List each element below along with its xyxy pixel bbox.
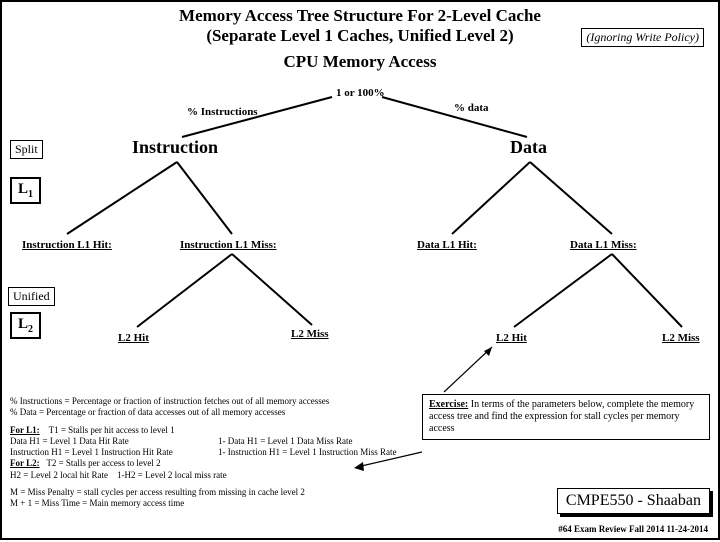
l2-label: L2	[10, 312, 41, 339]
data-l1-hit: Data L1 Hit:	[417, 239, 477, 251]
footer: #64 Exam Review Fall 2014 11-24-2014	[558, 524, 708, 534]
l2-hit-a: L2 Hit	[118, 332, 149, 344]
def-dh1: Data H1 = Level 1 Data Hit Rate	[10, 436, 202, 447]
def-h2a: H2 = Level 2 local hit Rate	[10, 470, 108, 480]
cpu-access-label: CPU Memory Access	[2, 52, 718, 72]
def-t2: T2 = Stalls per access to level 2	[46, 458, 160, 468]
def-forL2: For L2:	[10, 458, 40, 468]
instr-l1-hit: Instruction L1 Hit:	[22, 239, 112, 251]
unified-label: Unified	[8, 287, 55, 306]
def-dmiss: 1- Data H1 = Level 1 Data Miss Rate	[218, 436, 410, 447]
ignoring-note: (Ignoring Write Policy)	[581, 28, 704, 47]
def-m: M = Miss Penalty = stall cycles per acce…	[10, 487, 410, 498]
exercise-box: Exercise: In terms of the parameters bel…	[422, 394, 710, 440]
instr-l1-miss: Instruction L1 Miss:	[180, 239, 277, 251]
def-imiss: 1- Instruction H1 = Level 1 Instruction …	[218, 447, 410, 458]
data-l1-miss: Data L1 Miss:	[570, 239, 637, 251]
def-h2b: 1-H2 = Level 2 local miss rate	[117, 470, 227, 480]
def-m1: M + 1 = Miss Time = Main memory access t…	[10, 498, 410, 509]
def-t1: T1 = Stalls per hit access to level 1	[49, 425, 175, 435]
data-node: Data	[510, 137, 547, 158]
pct-data: % data	[454, 102, 489, 114]
exercise-header: Exercise:	[429, 399, 468, 410]
instruction-node: Instruction	[132, 137, 218, 158]
def-pct-data: % Data = Percentage or fraction of data …	[10, 407, 410, 418]
course-box: CMPE550 - Shaaban	[557, 488, 710, 514]
l2-miss-a: L2 Miss	[291, 328, 329, 340]
exercise-body: In terms of the parameters below, comple…	[429, 399, 694, 434]
split-label: Split	[10, 140, 43, 159]
title: Memory Access Tree Structure For 2-Level…	[2, 2, 718, 26]
def-ih1: Instruction H1 = Level 1 Instruction Hit…	[10, 447, 202, 458]
pct-instructions: % Instructions	[187, 106, 258, 118]
def-forL1: For L1:	[10, 425, 40, 435]
l2-miss-b: L2 Miss	[662, 332, 700, 344]
root-prob: 1 or 100%	[336, 87, 385, 99]
def-pct-instr: % Instructions = Percentage or fraction …	[10, 396, 410, 407]
definitions: % Instructions = Percentage or fraction …	[10, 396, 410, 509]
l1-label: L1	[10, 177, 41, 204]
l2-hit-b: L2 Hit	[496, 332, 527, 344]
